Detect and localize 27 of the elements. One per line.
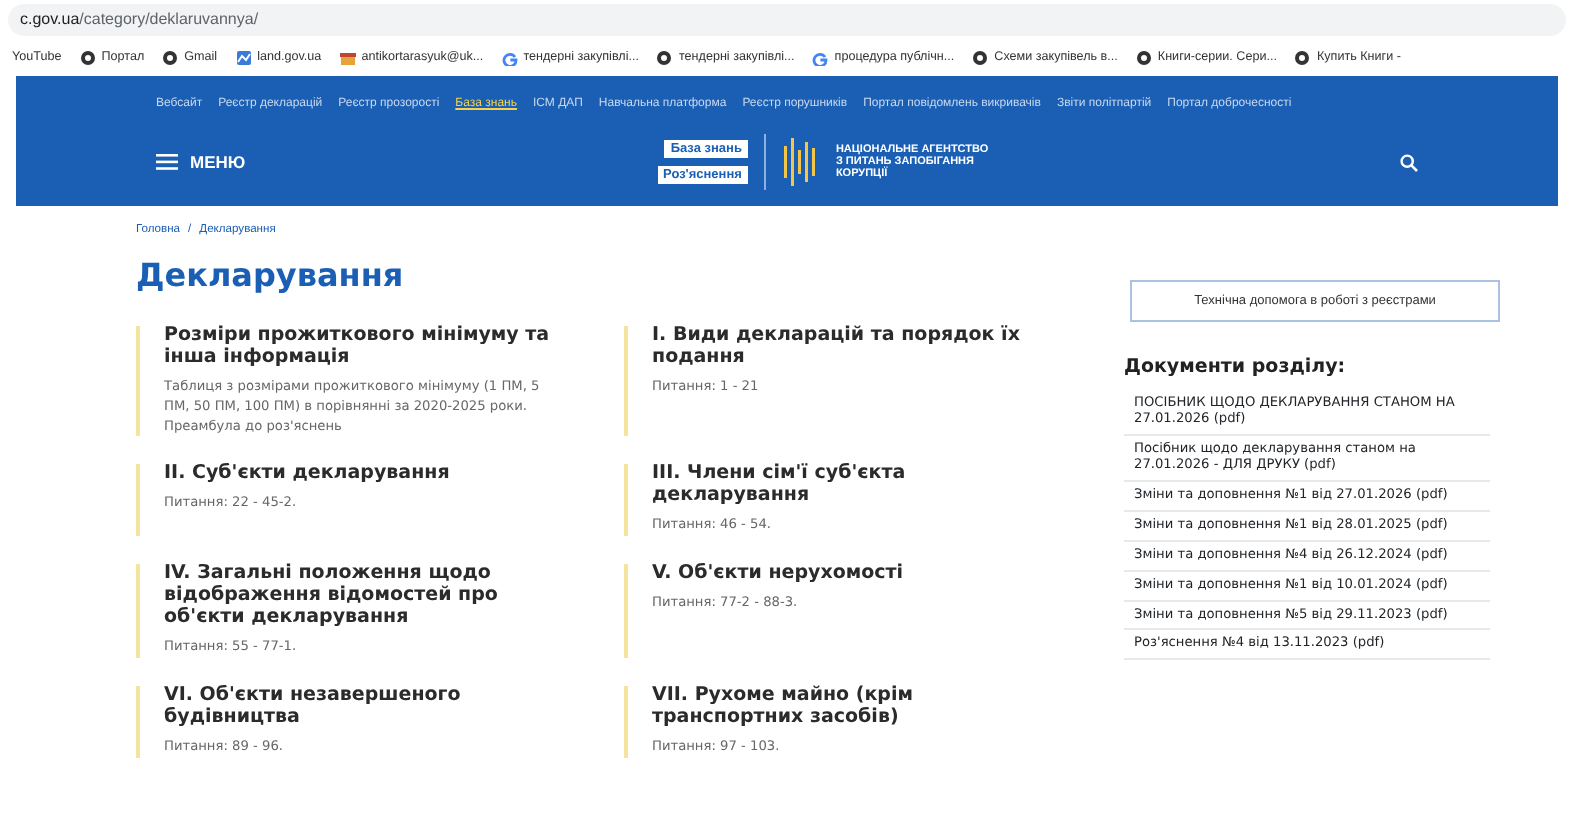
divider-line	[763, 134, 768, 190]
page-title: Декларування	[136, 255, 406, 294]
search-button[interactable]	[1399, 153, 1418, 171]
globe-icon	[656, 50, 673, 66]
section-title[interactable]: ІІІ. Члени сім'ї суб'єкта декларування	[652, 464, 1040, 509]
section-title[interactable]: Розміри прожиткового мінімуму та інша інформація	[164, 325, 552, 370]
documents-heading: Документи розділу:	[1124, 354, 1348, 382]
globe-icon	[972, 50, 989, 66]
globe-icon	[162, 50, 179, 66]
section-title[interactable]: VI. Об'єкти незавершеного будівництва	[164, 685, 552, 730]
address-bar[interactable]: c.gov.ua/category/deklaruvannya/	[8, 4, 1566, 36]
map-icon	[235, 50, 252, 66]
menu-button[interactable]: МЕНЮ	[156, 149, 246, 175]
google-g-icon	[812, 50, 829, 66]
google-g-icon	[501, 50, 518, 66]
section-title[interactable]: IV. Загальні положення щодо відображення відомостей про об'єкти декларування	[164, 564, 552, 630]
gift-icon	[339, 50, 356, 66]
globe-icon	[1135, 50, 1152, 66]
menu-icon	[156, 154, 178, 170]
globe-icon	[79, 50, 96, 66]
section-title[interactable]: І. Види декларацій та порядок їх подання	[652, 325, 1040, 370]
logo-bars-icon	[783, 138, 820, 186]
globe-icon	[1294, 50, 1311, 66]
search-icon	[1399, 153, 1418, 171]
section-title[interactable]: ІІ. Суб'єкти декларування	[164, 464, 552, 487]
section-title[interactable]: VII. Рухоме майно (крім транспортних засобів)	[652, 685, 1040, 730]
section-title[interactable]: V. Об'єкти нерухомості	[652, 564, 1040, 587]
